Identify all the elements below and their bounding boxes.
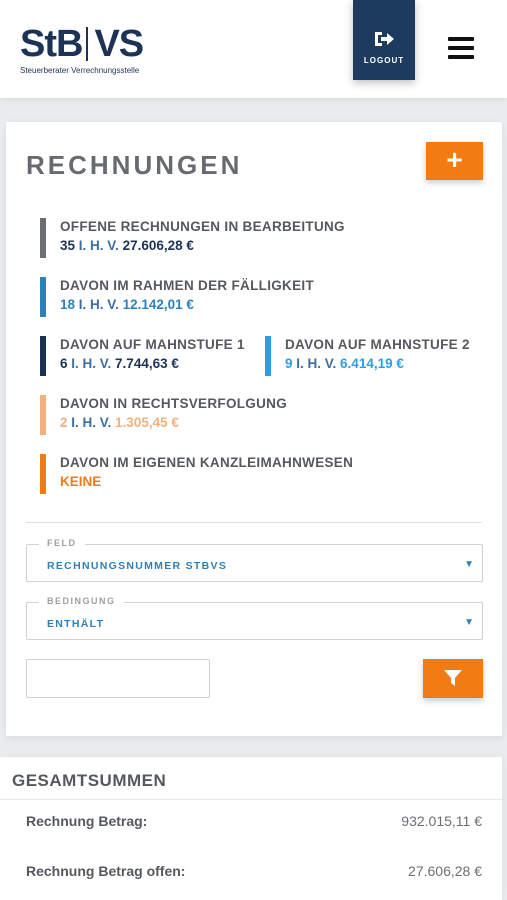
stat-label: DAVON AUF MAHNSTUFE 1 [60,337,245,352]
stat-bar [40,454,46,494]
chevron-down-icon: ▼ [464,559,474,570]
section-divider [26,522,482,523]
stat-sep: I. H. V. [75,297,123,312]
stat-count: 18 [60,297,76,312]
stat-value: 35 I. H. V. 27.606,28 € [60,236,345,256]
condition-select-legend: BEDINGUNG [39,596,124,606]
stat-label: DAVON IM RAHMEN DER FÄLLIGKEIT [60,278,314,293]
totals-card: GESAMTSUMMEN Rechnung Betrag: 932.015,11… [0,757,502,900]
stat-dunning-level-1[interactable]: DAVON AUF MAHNSTUFE 1 6 I. H. V. 7.744,6… [40,336,245,376]
stat-sep: I. H. V. [67,415,116,430]
stat-bar [40,395,46,435]
stat-value: 6 I. H. V. 7.744,63 € [60,354,245,374]
condition-select[interactable]: BEDINGUNG ENTHÄLT ▼ [26,596,483,640]
logout-button[interactable]: LOGOUT [353,0,415,80]
stat-label: DAVON IM EIGENEN KANZLEIMAHNWESEN [60,455,354,470]
app-header: StB VS Steuerberater Verrechnungsstelle L… [0,0,507,98]
stat-count: 6 [60,356,68,371]
stat-own-dunning[interactable]: DAVON IM EIGENEN KANZLEIMAHNWESEN KEINE [40,454,354,494]
field-select-legend: FELD [39,538,85,548]
stat-count: 35 [60,238,76,253]
totals-title: GESAMTSUMMEN [12,771,167,790]
stat-amount: 27.606,28 € [122,238,194,253]
totals-row-value: 932.015,11 € [401,813,482,829]
field-select[interactable]: FELD RECHNUNGSNUMMER STBVS ▼ [26,538,483,582]
stat-label: DAVON IN RECHTSVERFOLGUNG [60,396,288,411]
stat-bar [40,218,46,258]
stat-open-invoices[interactable]: OFFENE RECHNUNGEN IN BEARBEITUNG 35 I. H… [40,218,345,258]
condition-select-value: ENTHÄLT [47,618,105,630]
stat-bar [265,336,271,376]
totals-row: Rechnung Betrag: 932.015,11 € [26,813,482,829]
filter-button[interactable] [423,659,483,698]
logo-divider [86,27,89,61]
stat-value: KEINE [60,474,102,489]
logo-left-text: StB [20,23,83,65]
stat-sep: I. H. V. [292,356,341,371]
stat-amount: 1.305,45 € [115,415,179,430]
stat-bar [40,336,46,376]
stat-value: 9 I. H. V. 6.414,19 € [285,354,470,374]
filter-icon [444,670,462,686]
totals-row-label: Rechnung Betrag offen: [26,863,186,879]
totals-row-label: Rechnung Betrag: [26,813,148,829]
stat-bar [40,277,46,317]
logout-label: LOGOUT [363,56,405,65]
stat-value: 18 I. H. V. 12.142,01 € [60,295,314,315]
stat-legal-proceedings[interactable]: DAVON IN RECHTSVERFOLGUNG 2 I. H. V. 1.3… [40,395,288,435]
totals-row: Rechnung Betrag offen: 27.606,28 € [26,863,482,879]
totals-row-value: 27.606,28 € [408,863,482,879]
add-invoice-button[interactable]: + [426,142,483,180]
stat-sep: I. H. V. [75,238,123,253]
logo-right-text: VS [94,23,144,65]
logo-wordmark: StB VS [20,24,160,64]
totals-divider [0,799,502,800]
stat-count: 2 [60,415,68,430]
invoices-card: RECHNUNGEN + OFFENE RECHNUNGEN IN BEARBE… [6,122,502,736]
stat-amount: 12.142,01 € [122,297,194,312]
logo-tagline: Steuerberater Verrechnungsstelle [20,66,140,75]
search-input[interactable] [26,659,210,698]
field-select-value: RECHNUNGSNUMMER STBVS [47,560,228,572]
page-title: RECHNUNGEN [26,150,243,180]
stat-label: OFFENE RECHNUNGEN IN BEARBEITUNG [60,219,345,234]
stat-count: 9 [285,356,293,371]
chevron-down-icon: ▼ [464,617,474,628]
stat-within-due[interactable]: DAVON IM RAHMEN DER FÄLLIGKEIT 18 I. H. … [40,277,314,317]
stat-dunning-level-2[interactable]: DAVON AUF MAHNSTUFE 2 9 I. H. V. 6.414,1… [265,336,470,376]
stat-sep: I. H. V. [67,356,116,371]
brand-logo[interactable]: StB VS Steuerberater Verrechnungsstelle [20,24,160,80]
stat-amount: 6.414,19 € [340,356,404,371]
stat-value: 2 I. H. V. 1.305,45 € [60,413,287,433]
logout-icon [375,32,394,46]
hamburger-menu-icon[interactable] [448,37,478,63]
stat-label: DAVON AUF MAHNSTUFE 2 [285,337,470,352]
stat-amount: 7.744,63 € [115,356,179,371]
